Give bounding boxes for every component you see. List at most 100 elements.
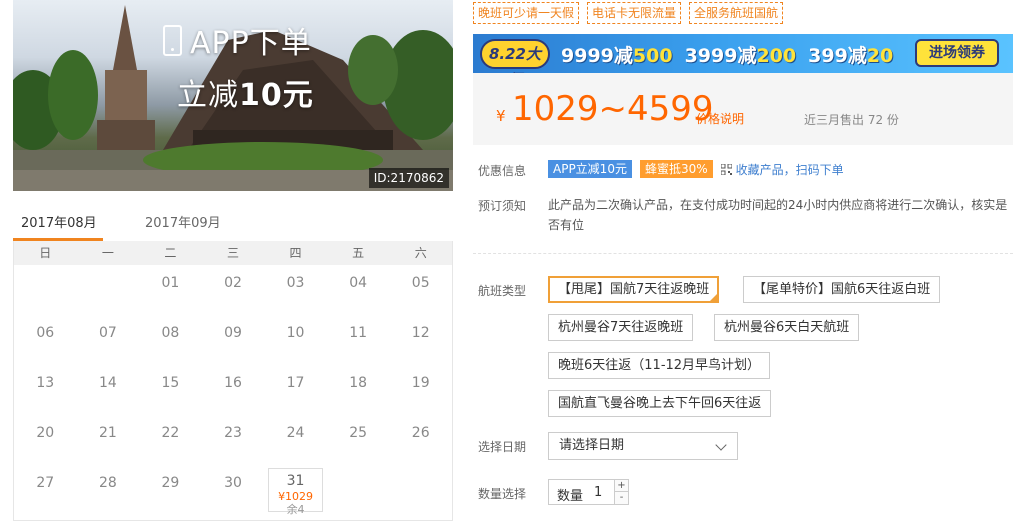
date-select-placeholder: 请选择日期 bbox=[559, 438, 625, 453]
banner-offer: 9999减500 bbox=[561, 41, 673, 68]
calendar-day-number: 24 bbox=[286, 425, 305, 441]
calendar-day-number: 25 bbox=[349, 425, 368, 441]
calendar-day-number: 23 bbox=[224, 425, 242, 441]
date-select-dropdown[interactable]: 请选择日期 bbox=[548, 432, 738, 460]
claim-coupon-button[interactable]: 进场领券 bbox=[915, 39, 999, 67]
date-select-label: 选择日期 bbox=[478, 440, 527, 454]
weekday-label: 三 bbox=[226, 246, 239, 260]
section-divider bbox=[473, 253, 1013, 254]
calendar-day: 14 bbox=[77, 365, 140, 415]
overlay-line1: APP下单 bbox=[190, 26, 312, 61]
banner-offer-amount: 200 bbox=[756, 45, 797, 67]
currency-symbol: ¥ bbox=[496, 107, 506, 125]
calendar-day: 10 bbox=[264, 315, 327, 365]
quantity-field-label: 数量 bbox=[557, 489, 584, 504]
calendar-day-number: 02 bbox=[224, 275, 242, 291]
promo-tag: 全服务航班国航 bbox=[689, 2, 784, 24]
overlay-line2-amount: 10元 bbox=[239, 78, 314, 113]
calendar-day-number: 21 bbox=[98, 425, 117, 441]
price-range: 1029~4599 bbox=[512, 89, 714, 129]
discount-label: 优惠信息 bbox=[478, 164, 527, 178]
weekday-label: 日 bbox=[39, 246, 52, 260]
calendar-day-number: 09 bbox=[224, 325, 242, 341]
promo-tag: 电话卡无限流量 bbox=[587, 2, 682, 24]
weekday-label: 五 bbox=[352, 246, 365, 260]
calendar-day: 02 bbox=[202, 265, 265, 315]
calendar-day-number: 13 bbox=[36, 375, 55, 391]
calendar-day: 21 bbox=[77, 415, 140, 465]
calendar-day-number: 31 bbox=[286, 473, 305, 489]
calendar-day-price: ¥1029 bbox=[278, 490, 314, 503]
price-box: ¥ 1029~4599 价格说明 近三月售出 72 份 bbox=[473, 73, 1013, 145]
phone-icon bbox=[163, 24, 182, 56]
qr-order-link[interactable]: 收藏产品，扫码下单 bbox=[720, 161, 844, 178]
price-note-link[interactable]: 价格说明 bbox=[696, 110, 744, 127]
calendar-day: 19 bbox=[389, 365, 452, 415]
flight-option-4[interactable]: 杭州曼谷6天白天航班 bbox=[714, 314, 860, 341]
booking-label: 预订须知 bbox=[478, 199, 527, 213]
calendar-day-number: 11 bbox=[349, 325, 368, 341]
promo-banner[interactable]: 8.22大促 9999减500 3999减200 399减20 进场领券 bbox=[473, 34, 1013, 73]
weekday-label: 一 bbox=[101, 246, 114, 260]
calendar-day-number: 27 bbox=[36, 475, 55, 491]
quantity-increase-button[interactable]: + bbox=[614, 480, 628, 492]
quantity-decrease-button[interactable]: - bbox=[614, 492, 628, 504]
calendar-day-number: 18 bbox=[349, 375, 368, 391]
quantity-value[interactable]: 1 bbox=[594, 485, 602, 500]
calendar-day-grid: 01 02 03 04 05 06 07 08 09 10 11 12 13 14 15 16 17 18 19 20… bbox=[14, 265, 452, 516]
calendar-day: 22 bbox=[139, 415, 202, 465]
calendar-day: 18 bbox=[327, 365, 390, 415]
calendar-day: 08 bbox=[139, 315, 202, 365]
calendar-day[interactable]: 31 ¥1029 余4 bbox=[268, 468, 323, 516]
calendar-day: 16 bbox=[202, 365, 265, 415]
flight-type-label: 航班类型 bbox=[478, 284, 527, 298]
calendar-weekday-header: 日一二三四五六 bbox=[14, 241, 452, 265]
calendar-day-stock: 余4 bbox=[286, 503, 305, 516]
flight-option-3[interactable]: 杭州曼谷7天往返晚班 bbox=[548, 314, 694, 341]
product-page: APP下单 立减10元 ID:2170862 2017年08月 2017年09月… bbox=[0, 0, 1019, 523]
product-hero-image[interactable]: APP下单 立减10元 ID:2170862 bbox=[13, 0, 453, 191]
banner-offer-amount: 500 bbox=[632, 45, 673, 67]
calendar-day: 13 bbox=[14, 365, 77, 415]
calendar-day: 12 bbox=[389, 315, 452, 365]
tab-month-aug[interactable]: 2017年08月 bbox=[21, 212, 97, 231]
calendar-day-number: 08 bbox=[161, 325, 180, 341]
calendar-day-number: 16 bbox=[224, 375, 242, 391]
promo-tag: 晚班可少请一天假 bbox=[473, 2, 580, 24]
tab-month-sep[interactable]: 2017年09月 bbox=[145, 212, 221, 231]
honey-discount-badge: 蜂蜜抵30% bbox=[639, 160, 713, 178]
weekday-label: 六 bbox=[414, 246, 427, 260]
banner-badge: 8.22大促 bbox=[480, 39, 550, 73]
banner-offer: 3999减200 bbox=[685, 41, 797, 68]
promo-tags: 晚班可少请一天假 电话卡无限流量 全服务航班国航 bbox=[473, 2, 784, 24]
flight-option-1[interactable]: 【甩尾】国航7天往返晚班 bbox=[548, 276, 720, 303]
calendar-day: 06 bbox=[14, 315, 77, 365]
overlay-line2-prefix: 立减 bbox=[177, 78, 239, 113]
calendar-empty-cell bbox=[14, 265, 77, 315]
calendar-day-number: 30 bbox=[224, 475, 242, 491]
discount-badges: APP立减10元 蜂蜜抵30% 收藏产品，扫码下单 bbox=[548, 160, 844, 178]
quantity-label: 数量选择 bbox=[478, 487, 527, 501]
sales-count: 近三月售出 72 份 bbox=[804, 113, 899, 127]
month-tabs: 2017年08月 2017年09月 bbox=[13, 206, 453, 241]
calendar-day: 05 bbox=[389, 265, 452, 315]
app-discount-badge: APP立减10元 bbox=[548, 160, 632, 178]
calendar-day-number: 26 bbox=[411, 425, 430, 441]
calendar-day-number: 28 bbox=[98, 475, 117, 491]
calendar-day-number: 17 bbox=[286, 375, 305, 391]
overlay-line2: 立减10元 bbox=[177, 70, 314, 114]
calendar-day: 04 bbox=[327, 265, 390, 315]
flight-option-5[interactable]: 晚班6天往返（11-12月早鸟计划） bbox=[548, 352, 771, 379]
weekday-label: 二 bbox=[164, 246, 177, 260]
calendar-day-number: 20 bbox=[36, 425, 55, 441]
calendar-day: 07 bbox=[77, 315, 140, 365]
calendar-day: 30 bbox=[202, 465, 265, 515]
calendar-day: 25 bbox=[327, 415, 390, 465]
flight-option-2[interactable]: 【尾单特价】国航6天往返白班 bbox=[743, 276, 941, 303]
calendar-day: 20 bbox=[14, 415, 77, 465]
flight-option-6[interactable]: 国航直飞曼谷晚上去下午回6天往返 bbox=[548, 390, 772, 417]
calendar-day: 09 bbox=[202, 315, 265, 365]
booking-note: 此产品为二次确认产品，在支付成功时间起的24小时内供应商将进行二次确认，核实是否… bbox=[548, 198, 1008, 232]
calendar-day-number: 14 bbox=[98, 375, 117, 391]
qr-code-icon bbox=[720, 163, 732, 175]
